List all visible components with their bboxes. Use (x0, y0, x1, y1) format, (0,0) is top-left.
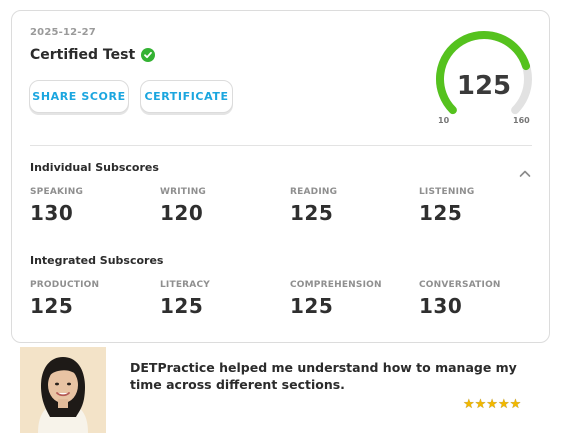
subscore-label: WRITING (160, 187, 207, 197)
subscore-value: 125 (30, 294, 74, 318)
test-title: Certified Test (30, 47, 136, 63)
subscore-label: COMPREHENSION (290, 280, 382, 290)
subscore-label: LISTENING (419, 187, 475, 197)
subscore-conversation: CONVERSATION 130 (419, 280, 501, 318)
subscore-label: PRODUCTION (30, 280, 100, 290)
testimonial-quote: DETPractice helped me understand how to … (130, 360, 517, 392)
test-date: 2025-12-27 (30, 27, 96, 38)
subscore-value: 125 (419, 201, 463, 225)
individual-subscores-title: Individual Subscores (30, 161, 159, 174)
subscore-label: READING (290, 187, 338, 197)
subscore-listening: LISTENING 125 (419, 187, 474, 225)
subscore-label: LITERACY (160, 280, 210, 290)
score-card: 2025-12-27 Certified Test SHARE SCORE CE… (11, 10, 550, 343)
subscore-speaking: SPEAKING 130 (30, 187, 83, 225)
score-gauge: 125 10 160 (432, 27, 536, 125)
subscore-value: 120 (160, 201, 204, 225)
subscore-reading: READING 125 (290, 187, 337, 225)
subscore-production: PRODUCTION 125 (30, 280, 99, 318)
subscore-value: 130 (419, 294, 463, 318)
gauge-min-label: 10 (438, 116, 450, 125)
divider (30, 145, 532, 146)
testimonial-avatar (20, 347, 106, 433)
integrated-subscores-title: Integrated Subscores (30, 254, 164, 267)
subscore-label: CONVERSATION (419, 280, 501, 290)
overall-score: 125 (456, 71, 512, 101)
chevron-up-icon[interactable] (519, 164, 531, 177)
subscore-value: 125 (290, 294, 334, 318)
certificate-button[interactable]: CERTIFICATE (140, 80, 233, 113)
subscore-label: SPEAKING (30, 187, 84, 197)
check-circle-icon (141, 48, 156, 62)
subscore-value: 125 (160, 294, 204, 318)
subscore-value: 125 (290, 201, 334, 225)
subscore-value: 130 (30, 201, 74, 225)
person-photo-icon (20, 347, 106, 433)
subscore-literacy: LITERACY 125 (160, 280, 210, 318)
star-rating-icon: ★★★★★ (463, 397, 522, 412)
gauge-max-label: 160 (513, 116, 530, 125)
title-row: Certified Test (30, 47, 156, 63)
share-score-button[interactable]: SHARE SCORE (29, 80, 129, 113)
subscore-comprehension: COMPREHENSION 125 (290, 280, 382, 318)
subscore-writing: WRITING 120 (160, 187, 206, 225)
